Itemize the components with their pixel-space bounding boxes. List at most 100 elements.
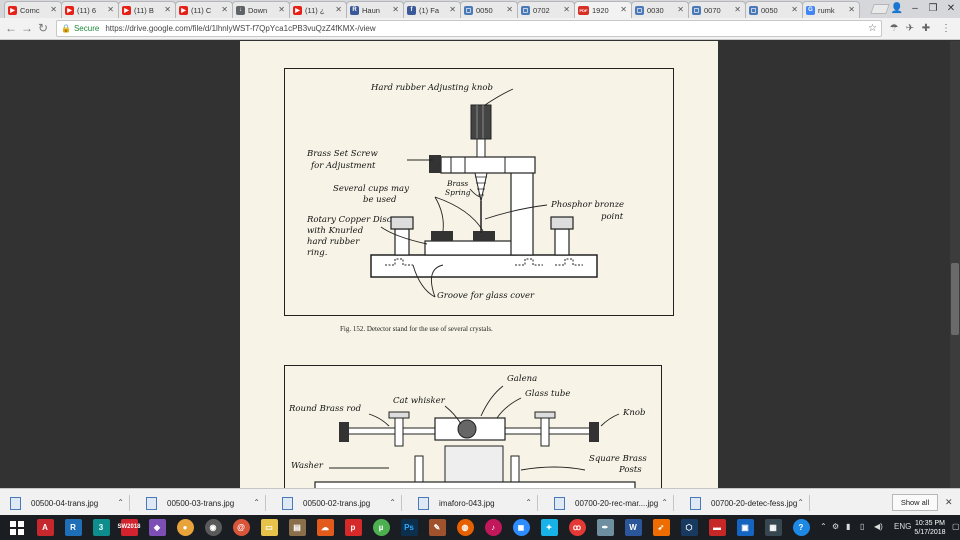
figure-caption: Fig. 152. Detector stand for the use of … [340,325,493,333]
music-icon[interactable]: ♪ [482,517,504,538]
download-item[interactable]: 00700-20-detec-fess.jpg ⌃ [682,493,810,513]
document-page: Hard rubber Adjusting knob Brass Set Scr… [240,41,718,488]
autocad-icon[interactable]: A [34,517,56,538]
tab-close-icon[interactable]: ✕ [449,5,456,14]
forward-icon[interactable]: → [20,20,34,36]
download-menu-chevron-icon[interactable]: ⌃ [797,498,804,507]
tray-arrow-icon[interactable]: ⌃ [820,522,827,531]
help-icon[interactable]: ? [790,517,812,538]
loop-app-icon[interactable]: ꝏ [566,517,588,538]
download-menu-chevron-icon[interactable]: ⌃ [525,498,532,507]
tab[interactable]: ▢ 0702 ✕ [517,1,575,18]
download-item[interactable]: 00500-02-trans.jpg ⌃ [274,493,402,513]
media-icon[interactable]: ◉ [202,517,224,538]
extension-icon-3[interactable]: ✚ [920,22,932,34]
tab-close-icon[interactable]: ✕ [278,5,285,14]
battery-icon[interactable]: ▯ [860,522,864,531]
tab-close-icon[interactable]: ✕ [848,5,855,14]
tab[interactable]: ▶ (11) C ✕ [175,1,233,18]
image-viewer-icon[interactable]: ▦ [762,517,784,538]
menu-icon[interactable]: ⋮ [940,22,952,34]
scrollbar-thumb[interactable] [951,263,959,335]
download-item[interactable]: 00500-04-trans.jpg ⌃ [2,493,130,513]
tab[interactable]: ▢ 0030 ✕ [631,1,689,18]
tab-close-icon[interactable]: ✕ [50,5,57,14]
tab-close-icon[interactable]: ✕ [107,5,114,14]
address-bar[interactable]: 🔒 Secure https://drive.google.com/file/d… [56,20,882,37]
tab-close-icon[interactable]: ✕ [392,5,399,14]
download-menu-chevron-icon[interactable]: ⌃ [389,498,396,507]
extension-icon-2[interactable]: ✈ [904,22,916,34]
notifications-icon[interactable]: ▢ [952,522,960,531]
file-explorer-icon[interactable]: ▭ [258,517,280,538]
tab-close-icon[interactable]: ✕ [677,5,684,14]
close-downloads-icon[interactable]: ✕ [945,497,953,508]
chrome-icon[interactable]: ● [174,517,196,538]
download-item[interactable]: 00700-20-rec-mar....jpg ⌃ [546,493,674,513]
swirl-app-icon[interactable]: @ [230,517,252,538]
download-item[interactable]: imaforo-043.jpg ⌃ [410,493,538,513]
rocket-app-icon[interactable]: ➶ [650,517,672,538]
cloud-icon[interactable]: ☁ [314,517,336,538]
p-app-icon[interactable]: p [342,517,364,538]
clock[interactable]: 10:35 PM 5/17/2018 [910,519,950,537]
show-all-button[interactable]: Show all [892,494,938,511]
tab-close-icon[interactable]: ✕ [734,5,741,14]
network-icon[interactable]: ▮ [846,522,850,531]
zoom-icon[interactable]: ◼ [510,517,532,538]
tab[interactable]: ▶ Comc ✕ [4,1,62,18]
tab-close-icon[interactable]: ✕ [164,5,171,14]
scrollbar[interactable] [950,41,960,488]
tab-close-icon[interactable]: ✕ [335,5,342,14]
virtualbox-icon[interactable]: ⬡ [678,517,700,538]
reload-icon[interactable]: ↻ [36,20,50,36]
revit-icon[interactable]: R [62,517,84,538]
tab[interactable]: ▶ (11) ¿ ✕ [289,1,347,18]
download-item[interactable]: 00500-03-trans.jpg ⌃ [138,493,266,513]
tab-favicon-icon: ▶ [65,5,74,15]
start-icon[interactable] [6,517,28,538]
word-icon[interactable]: W [622,517,644,538]
photoshop-icon[interactable]: Ps [398,517,420,538]
image-file-icon [10,496,21,510]
tab-close-icon[interactable]: ✕ [620,5,627,14]
tab-close-icon[interactable]: ✕ [563,5,570,14]
tab[interactable]: ▶ (11) 6 ✕ [61,1,119,18]
tab[interactable]: ▢ 0050 ✕ [460,1,518,18]
back-icon[interactable]: ← [4,20,18,36]
tab-label: (11) 6 [77,5,97,15]
pen-app-icon[interactable]: ✒ [594,517,616,538]
pdf-app-icon[interactable]: ▬ [706,517,728,538]
torrent-icon[interactable]: µ [370,517,392,538]
url-text[interactable]: https://drive.google.com/file/d/1lhnlyWS… [105,24,375,33]
volume-icon[interactable]: ◀) [874,522,883,531]
tab-close-icon[interactable]: ✕ [791,5,798,14]
language-indicator[interactable]: ENG [894,522,911,531]
tab[interactable]: PDF 1920 ✕ [574,1,632,18]
close-window-icon[interactable]: ✕ [940,0,960,16]
bookmark-star-icon[interactable]: ☆ [868,23,877,34]
tray-app-icon[interactable]: ⚙ [832,522,839,531]
app-icon-polygon[interactable]: ◆ [146,517,168,538]
tab[interactable]: ▢ 0070 ✕ [688,1,746,18]
paint-icon[interactable]: ✎ [426,517,448,538]
extension-icon[interactable]: ☂ [888,22,900,34]
tab[interactable]: Grumk ✕ [802,1,860,18]
archive-icon[interactable]: ▤ [286,517,308,538]
download-menu-chevron-icon[interactable]: ⌃ [661,498,668,507]
download-menu-chevron-icon[interactable]: ⌃ [117,498,124,507]
tab[interactable]: R Haun ✕ [346,1,404,18]
firefox-icon[interactable]: ◍ [454,517,476,538]
download-menu-chevron-icon[interactable]: ⌃ [253,498,260,507]
tab-close-icon[interactable]: ✕ [221,5,228,14]
tab-label: 0050 [761,5,778,15]
tab-close-icon[interactable]: ✕ [506,5,513,14]
tab[interactable]: ↓ Down ✕ [232,1,290,18]
chat-app-icon[interactable]: ▣ [734,517,756,538]
kodi-icon[interactable]: ✦ [538,517,560,538]
solidworks-icon[interactable]: SW 2018 [117,517,141,538]
tab[interactable]: ▶ (11) B ✕ [118,1,176,18]
3dsmax-icon[interactable]: 3 [90,517,112,538]
tab[interactable]: f (1) Fa ✕ [403,1,461,18]
tab[interactable]: ▢ 0050 ✕ [745,1,803,18]
